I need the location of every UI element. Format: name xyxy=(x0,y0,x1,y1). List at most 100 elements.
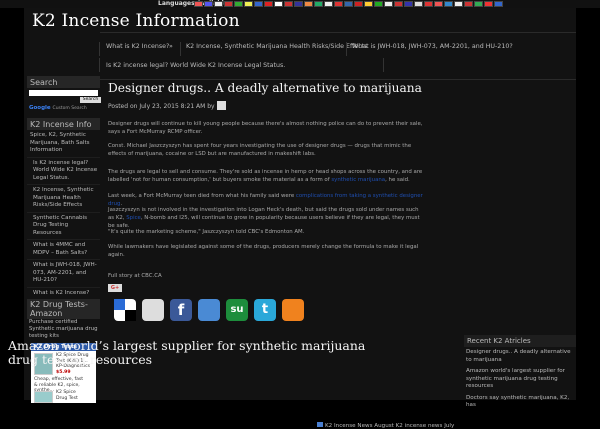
flag-icon[interactable] xyxy=(374,1,383,7)
post-paragraph: The drugs are legal to sell and consume.… xyxy=(108,168,424,184)
synthetic-marijuana-link[interactable]: synthetic marijuana xyxy=(331,177,385,183)
spice-link[interactable]: Spice xyxy=(126,215,141,221)
nav-divider xyxy=(99,42,100,56)
search-button[interactable]: Search xyxy=(80,97,101,103)
nav-divider xyxy=(180,42,181,56)
social-share-bar: f su t xyxy=(114,299,304,321)
flag-icon[interactable] xyxy=(344,1,353,7)
left-sidebar: Search Search Google Custom Search K2 In… xyxy=(27,76,101,319)
flag-icon[interactable] xyxy=(294,1,303,7)
flag-icon[interactable] xyxy=(394,1,403,7)
custom-search-label: Custom Search xyxy=(52,106,87,111)
google-logo: Google xyxy=(29,105,51,111)
paragraph-text: Last week, a Fort McMurray teen died fro… xyxy=(108,193,295,199)
list-item[interactable]: What is JWH-018, JWH-073, AM-2201, and H… xyxy=(27,259,100,287)
post-paragraph: Designer drugs will continue to kill you… xyxy=(108,121,423,135)
flag-icon[interactable] xyxy=(254,1,263,7)
flag-icon[interactable] xyxy=(244,1,253,7)
post-paragraph: "It's quite the marketing scheme," Jaszc… xyxy=(108,229,305,235)
post-title[interactable]: Designer drugs.. A deadly alternative to… xyxy=(108,81,422,95)
flag-icon[interactable] xyxy=(384,1,393,7)
flag-icon[interactable] xyxy=(484,1,493,7)
search-input[interactable] xyxy=(29,90,98,96)
nav-divider xyxy=(346,42,347,56)
nav-item-jwh[interactable]: What is JWH-018, JWH-073, AM-2201, and H… xyxy=(352,42,513,51)
info-widget-title: K2 Incense Info xyxy=(27,118,100,130)
product-image[interactable] xyxy=(34,391,53,403)
list-item[interactable]: Is K2 incense legal? World Wide K2 Incen… xyxy=(27,156,100,185)
nav-divider xyxy=(383,58,384,72)
post-source: Full story at CBC.CA xyxy=(108,273,162,279)
flag-icon[interactable] xyxy=(404,1,413,7)
nav-item-legal-status[interactable]: Is K2 incense legal? World Wide K2 Incen… xyxy=(106,61,285,70)
flag-icon[interactable] xyxy=(314,1,323,7)
delicious-icon[interactable] xyxy=(114,299,136,321)
avatar xyxy=(216,101,226,110)
list-item[interactable]: Doctors say synthetic marijuana, K2, has xyxy=(464,393,576,412)
facebook-icon[interactable]: f xyxy=(170,299,192,321)
flag-icon[interactable] xyxy=(434,1,443,7)
list-item[interactable]: What is K2 Incense? xyxy=(27,286,100,300)
twitter-icon[interactable]: t xyxy=(254,299,276,321)
flag-icon[interactable] xyxy=(364,1,373,7)
ad-product-text: K2 Spice Drug Test xyxy=(56,390,78,401)
ad-line: K2 Spice xyxy=(56,390,76,395)
tests-widget-title: K2 Drug Tests-Amazon xyxy=(27,299,100,319)
digg-icon[interactable] xyxy=(142,299,164,321)
flag-icon[interactable] xyxy=(324,1,333,7)
flag-icon[interactable] xyxy=(234,1,243,7)
list-item[interactable]: Spice, K2, Synthetic Marijuana, Bath Sal… xyxy=(27,130,100,157)
post-paragraph: Const. Michael Jaszczyszyn has spent fou… xyxy=(108,143,412,157)
nav-arrow: » xyxy=(169,43,173,50)
flag-icon[interactable] xyxy=(424,1,433,7)
post-categories: K2 Incense News August K2 incense news J… xyxy=(317,422,454,429)
nav-divider xyxy=(99,58,100,72)
recent-articles-title: Recent K2 Atricles xyxy=(464,335,576,347)
info-list: Spice, K2, Synthetic Marijuana, Bath Sal… xyxy=(27,130,100,299)
list-item[interactable]: What is 4MMC and MDPV – Bath Salts? xyxy=(27,239,100,259)
flag-icon[interactable] xyxy=(414,1,423,7)
nav-item-what-is-k2[interactable]: What is K2 Incense? xyxy=(106,42,169,51)
flag-icon[interactable] xyxy=(454,1,463,7)
google-plus-button[interactable]: G+ xyxy=(108,284,122,292)
flag-icon[interactable] xyxy=(444,1,453,7)
google-custom-search: Google Custom Search xyxy=(29,105,87,111)
flag-icon[interactable] xyxy=(194,1,203,7)
site-title[interactable]: K2 Incense Information xyxy=(32,11,240,31)
ad-price: $5.99 xyxy=(56,369,71,375)
flag-icon[interactable] xyxy=(354,1,363,7)
flag-icon[interactable] xyxy=(464,1,473,7)
stumbleupon-icon[interactable]: su xyxy=(226,299,248,321)
folder-icon xyxy=(317,422,323,427)
list-item[interactable]: Amazon world's largest supplier for synt… xyxy=(464,366,576,393)
post-title[interactable]: Amazon world’s largest supplier for synt… xyxy=(8,339,368,367)
flag-icon[interactable] xyxy=(264,1,273,7)
post-date: Posted on July 23, 2015 8:21 AM by xyxy=(108,103,215,110)
list-item[interactable]: Synthetic Cannabis Drug Testing Resource… xyxy=(27,211,100,240)
list-item[interactable]: K2 Incense, Synthetic Marijuana Health R… xyxy=(27,184,100,212)
flag-icon[interactable] xyxy=(274,1,283,7)
categories-text[interactable]: K2 Incense News August K2 incense news J… xyxy=(325,423,454,429)
reddit-icon[interactable] xyxy=(198,299,220,321)
post-paragraph: While lawmakers have legislated against … xyxy=(108,244,419,258)
ad-line: Drug Test xyxy=(56,395,78,401)
paragraph-text: , he said. xyxy=(385,177,410,183)
search-widget: Search Search Google Custom Search xyxy=(27,76,101,118)
right-sidebar: Recent K2 Atricles Designer drugs.. A de… xyxy=(464,335,576,412)
post-paragraph: Jaszczyszyn is not involved in the inves… xyxy=(108,206,424,230)
nav-item-health-risks[interactable]: K2 Incense, Synthetic Marijuana Health R… xyxy=(186,42,367,51)
flag-icon[interactable] xyxy=(474,1,483,7)
flag-icon[interactable] xyxy=(304,1,313,7)
paragraph-text: , N-bomb and I25, will continue to grow … xyxy=(108,215,420,229)
flag-icon[interactable] xyxy=(334,1,343,7)
flag-icon[interactable] xyxy=(214,1,223,7)
flag-icon[interactable] xyxy=(284,1,293,7)
flag-icon[interactable] xyxy=(224,1,233,7)
flag-icon[interactable] xyxy=(494,1,503,7)
flag-icon[interactable] xyxy=(204,1,213,7)
flag-list xyxy=(194,1,503,7)
language-bar: Languages Available: xyxy=(0,0,600,8)
list-item[interactable]: Designer drugs.. A deadly alternative to… xyxy=(464,347,576,366)
rss-icon[interactable] xyxy=(282,299,304,321)
search-widget-title: Search xyxy=(27,76,100,88)
